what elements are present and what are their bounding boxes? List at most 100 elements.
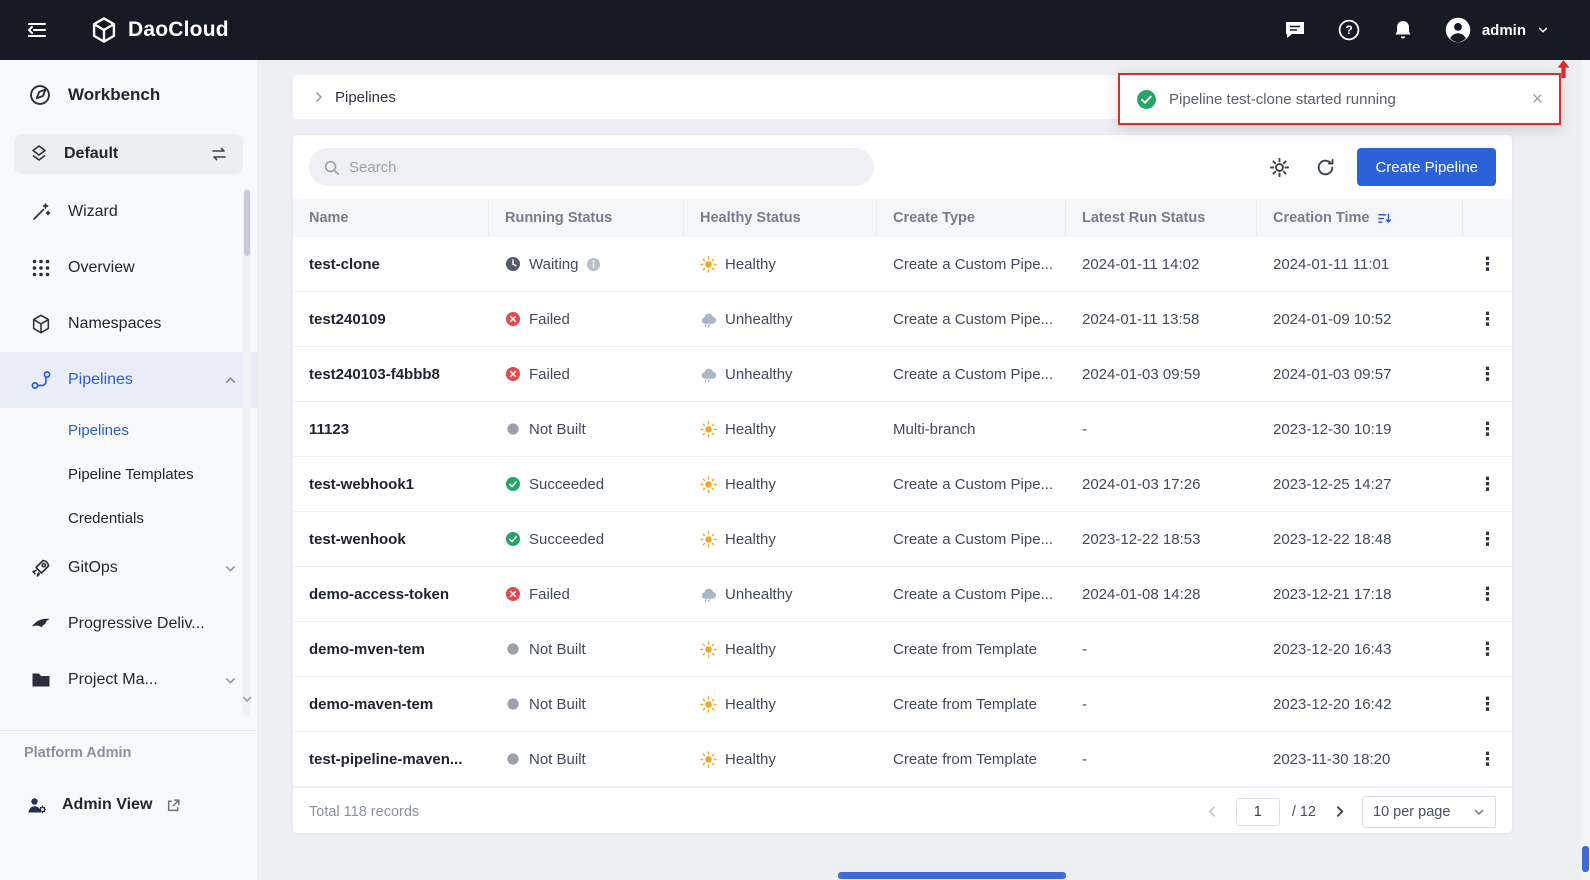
pipeline-name[interactable]: demo-mven-tem <box>293 641 489 658</box>
pipeline-name[interactable]: test240103-f4bbb8 <box>293 366 489 383</box>
wizard-icon <box>30 201 52 223</box>
sidebar-item-admin-view[interactable]: Admin View <box>0 777 257 833</box>
sidebar-scroll-down-arrow[interactable] <box>241 692 253 710</box>
sidebar-item-project-management[interactable]: Project Ma... <box>0 652 257 708</box>
column-header-name[interactable]: Name <box>293 199 489 237</box>
vertical-scrollbar-thumb[interactable] <box>1582 846 1589 872</box>
column-header-healthy-status[interactable]: Healthy Status <box>684 199 877 237</box>
user-menu[interactable]: admin <box>1444 16 1550 44</box>
healthy-status-cell: Healthy <box>684 421 877 438</box>
page-vertical-scrollbar[interactable] <box>1581 60 1590 880</box>
row-actions-kebab[interactable]: ⋮ <box>1473 747 1503 772</box>
create-type: Create a Custom Pipe... <box>877 476 1066 493</box>
brand-logo[interactable]: DaoCloud <box>90 16 229 44</box>
search-box[interactable] <box>309 148 874 186</box>
row-actions-kebab[interactable]: ⋮ <box>1473 307 1503 332</box>
notifications-button[interactable] <box>1390 17 1416 43</box>
help-icon: ? <box>1337 18 1361 42</box>
sidebar-item-label: Wizard <box>68 203 118 221</box>
sidebar-subitem-pipeline-templates[interactable]: Pipeline Templates <box>0 452 257 496</box>
help-button[interactable]: ? <box>1336 17 1362 43</box>
sidebar-item-gitops[interactable]: GitOps <box>0 540 257 596</box>
workbench-header[interactable]: Workbench <box>0 60 257 130</box>
main-content: Pipelines Create Pipeline Name Running S… <box>258 60 1590 880</box>
pipeline-name[interactable]: test240109 <box>293 311 489 328</box>
latest-run-status: 2024-01-11 14:02 <box>1066 256 1257 273</box>
table-row[interactable]: test-webhook1 Succeeded Healthy Create a… <box>293 457 1512 512</box>
sidebar-subitem-pipelines[interactable]: Pipelines <box>0 408 257 452</box>
row-actions-kebab[interactable]: ⋮ <box>1473 417 1503 442</box>
svg-text:?: ? <box>1345 23 1352 37</box>
pipeline-name[interactable]: test-clone <box>293 256 489 273</box>
pipeline-name[interactable]: test-wenhook <box>293 531 489 548</box>
pipeline-name[interactable]: test-webhook1 <box>293 476 489 493</box>
refresh-button[interactable] <box>1311 153 1339 181</box>
pipeline-name[interactable]: demo-maven-tem <box>293 696 489 713</box>
column-header-running-status[interactable]: Running Status <box>489 199 684 237</box>
creation-time: 2023-12-20 16:43 <box>1257 641 1463 658</box>
row-actions-kebab[interactable]: ⋮ <box>1473 472 1503 497</box>
row-actions-kebab[interactable]: ⋮ <box>1473 582 1503 607</box>
table-row[interactable]: 11123 Not Built Healthy Multi-branch - 2… <box>293 402 1512 457</box>
column-header-create-type[interactable]: Create Type <box>877 199 1066 237</box>
sidebar-item-progressive-delivery[interactable]: Progressive Deliv... <box>0 596 257 652</box>
toast-close-button[interactable]: × <box>1532 90 1543 109</box>
chat-icon <box>1283 18 1307 42</box>
workspace-switch-button[interactable] <box>209 144 229 164</box>
row-actions-kebab[interactable]: ⋮ <box>1473 637 1503 662</box>
table-row[interactable]: demo-access-token Failed Unhealthy Creat… <box>293 567 1512 622</box>
breadcrumb-page-label[interactable]: Pipelines <box>335 89 396 106</box>
per-page-select[interactable]: 10 per page <box>1362 796 1496 828</box>
topbar: DaoCloud ? admin <box>0 0 1590 60</box>
next-page-button[interactable] <box>1328 801 1350 823</box>
table-row[interactable]: test240109 Failed Unhealthy Create a Cus… <box>293 292 1512 347</box>
creation-time: 2023-12-30 10:19 <box>1257 421 1463 438</box>
healthy-status-label: Healthy <box>725 751 776 768</box>
sidebar-collapse-button[interactable] <box>24 17 50 43</box>
running-status-label: Failed <box>529 366 570 383</box>
table-row[interactable]: demo-maven-tem Not Built Healthy Create … <box>293 677 1512 732</box>
bell-icon <box>1391 18 1415 42</box>
row-actions-kebab[interactable]: ⋮ <box>1473 362 1503 387</box>
running-status-cell: Failed <box>489 311 684 328</box>
table-settings-button[interactable] <box>1265 153 1293 181</box>
row-actions-kebab[interactable]: ⋮ <box>1473 252 1503 277</box>
sidebar-item-namespaces[interactable]: Namespaces <box>0 296 257 352</box>
sidebar-scrollbar[interactable] <box>243 188 251 716</box>
pipeline-name[interactable]: demo-access-token <box>293 586 489 603</box>
row-actions-kebab[interactable]: ⋮ <box>1473 527 1503 552</box>
search-input[interactable] <box>349 159 860 176</box>
sidebar-item-pipelines[interactable]: Pipelines <box>0 352 257 408</box>
sidebar-item-overview[interactable]: Overview <box>0 240 257 296</box>
create-pipeline-button[interactable]: Create Pipeline <box>1357 148 1496 186</box>
sidebar-subitem-credentials[interactable]: Credentials <box>0 496 257 540</box>
sort-descending-icon[interactable] <box>1377 211 1392 226</box>
column-header-creation-time[interactable]: Creation Time <box>1257 199 1463 237</box>
healthy-status-cell: Unhealthy <box>684 366 877 383</box>
create-type: Create a Custom Pipe... <box>877 256 1066 273</box>
row-actions-kebab[interactable]: ⋮ <box>1473 692 1503 717</box>
sidebar-subitem-label: Credentials <box>68 510 144 527</box>
running-status-cell: Waiting <box>489 256 684 273</box>
column-header-latest-run-status[interactable]: Latest Run Status <box>1066 199 1257 237</box>
sun-healthy-icon <box>700 421 717 438</box>
table-row[interactable]: test-wenhook Succeeded Healthy Create a … <box>293 512 1512 567</box>
horizontal-scrollbar-thumb[interactable] <box>838 872 1066 879</box>
sidebar-scrollbar-thumb[interactable] <box>244 190 250 256</box>
pipeline-name[interactable]: 11123 <box>293 421 489 438</box>
messages-button[interactable] <box>1282 17 1308 43</box>
table-row[interactable]: test-pipeline-maven... Not Built Healthy… <box>293 732 1512 787</box>
table-row[interactable]: demo-mven-tem Not Built Healthy Create f… <box>293 622 1512 677</box>
info-icon[interactable] <box>586 257 601 272</box>
pipeline-name[interactable]: test-pipeline-maven... <box>293 751 489 768</box>
workspace-selector[interactable]: Default <box>14 134 243 174</box>
cloud-unhealthy-icon <box>700 366 717 383</box>
previous-page-button[interactable] <box>1202 801 1224 823</box>
failed-icon <box>505 366 521 382</box>
sidebar-item-wizard[interactable]: Wizard <box>0 184 257 240</box>
healthy-status-cell: Healthy <box>684 531 877 548</box>
page-count-label: / 12 <box>1292 804 1316 820</box>
page-number-input[interactable] <box>1236 798 1280 826</box>
table-row[interactable]: test240103-f4bbb8 Failed Unhealthy Creat… <box>293 347 1512 402</box>
table-row[interactable]: test-clone Waiting Healthy Create a Cust… <box>293 237 1512 292</box>
